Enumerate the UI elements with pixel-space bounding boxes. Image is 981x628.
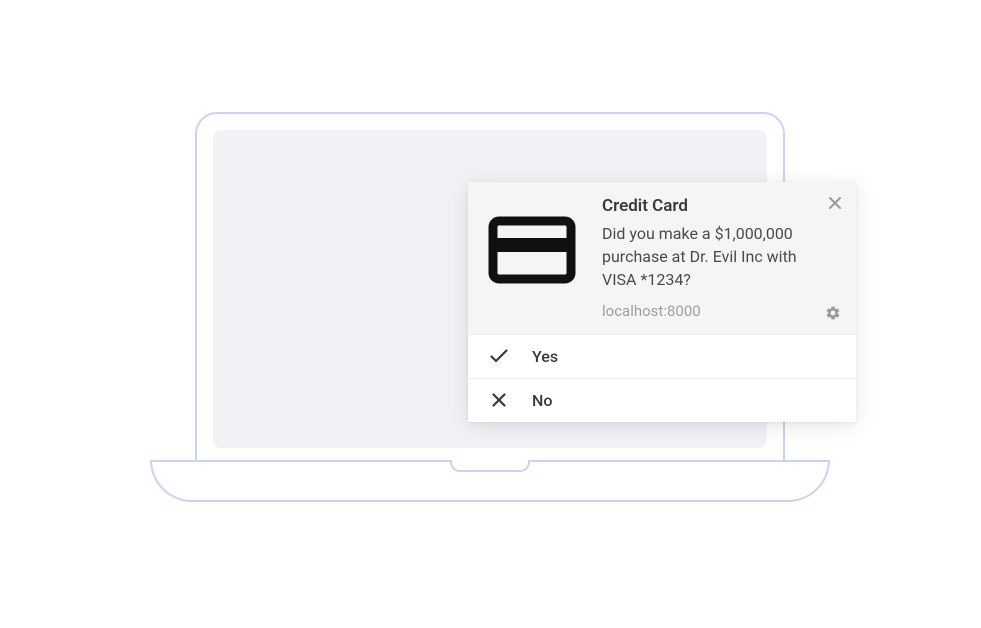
action-no[interactable]: No <box>468 379 856 422</box>
gear-icon[interactable] <box>824 304 842 322</box>
close-icon[interactable] <box>826 194 844 212</box>
credit-card-icon <box>482 200 582 300</box>
notification-body: Did you make a $1,000,000 purchase at Dr… <box>602 222 820 292</box>
check-icon <box>488 349 510 363</box>
laptop-base <box>150 460 830 502</box>
x-icon <box>488 393 510 407</box>
notification-source: localhost:8000 <box>602 302 820 320</box>
action-no-label: No <box>532 391 552 410</box>
laptop-notch <box>450 460 530 472</box>
action-yes[interactable]: Yes <box>468 335 856 379</box>
notification-title: Credit Card <box>602 196 820 216</box>
action-yes-label: Yes <box>532 347 558 366</box>
notification-actions: Yes No <box>468 334 856 422</box>
notification-text: Credit Card Did you make a $1,000,000 pu… <box>582 196 840 320</box>
notification-card: Credit Card Did you make a $1,000,000 pu… <box>468 182 856 422</box>
notification-header: Credit Card Did you make a $1,000,000 pu… <box>468 182 856 334</box>
